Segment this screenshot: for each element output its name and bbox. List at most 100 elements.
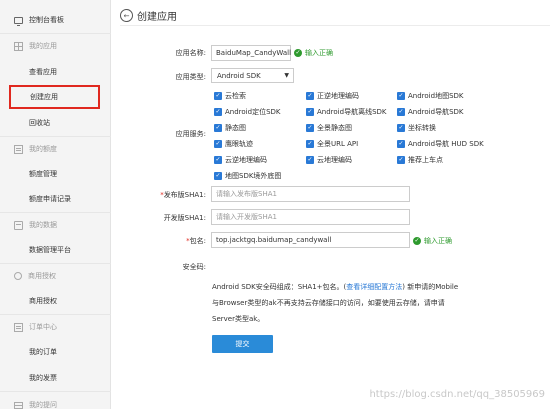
main-content: ← 创建应用 应用名称: BaiduMap_CandyWall ✓ 输入正确 应… <box>111 0 554 409</box>
checkbox-checked-icon: ✓ <box>214 172 222 180</box>
sidebar-item-my-orders[interactable]: 我的订单 <box>0 340 111 364</box>
checkbox-checked-icon: ✓ <box>397 124 405 132</box>
watermark: https://blog.csdn.net/qq_38505969 <box>369 389 545 400</box>
service-label: Android定位SDK <box>225 108 281 116</box>
sidebar-item-label: 额度管理 <box>29 170 57 178</box>
sidebar-group-label: 我的额度 <box>29 145 57 153</box>
service-label: 全景静态图 <box>317 124 352 132</box>
service-checkbox[interactable]: ✓ 正逆地理编码 <box>306 91 359 101</box>
label-text: 发布版SHA1: <box>163 191 206 199</box>
sidebar-divider <box>0 391 111 392</box>
package-input[interactable]: top.jacktgq.baidumap_candywall <box>211 232 410 248</box>
data-icon <box>14 220 23 230</box>
app-name-label: 应用名称: <box>175 49 206 57</box>
sidebar-item-label: 查看应用 <box>29 68 57 76</box>
dev-sha1-input[interactable]: 请输入开发版SHA1 <box>211 209 410 225</box>
app-name-input[interactable]: BaiduMap_CandyWall <box>211 45 291 61</box>
sidebar-group-commercial: 商用授权 <box>0 264 111 288</box>
service-checkbox[interactable]: ✓ Android定位SDK <box>214 107 281 117</box>
service-checkbox[interactable]: ✓ 云逆地理编码 <box>214 155 267 165</box>
service-label: Android地图SDK <box>408 92 464 100</box>
sidebar-group-quota: 我的额度 <box>0 137 111 161</box>
sidebar-item-dashboard[interactable]: 控制台看板 <box>0 8 111 32</box>
release-sha1-input[interactable]: 请输入发布版SHA1 <box>211 186 410 202</box>
service-checkbox[interactable]: ✓ Android导航 HUD SDK <box>397 139 484 149</box>
sidebar-group-label: 商用授权 <box>28 272 56 280</box>
sidebar-item-label: 我的发票 <box>29 374 57 382</box>
quota-list-icon <box>14 144 23 154</box>
security-desc-line-3: Server类型ak。 <box>212 315 265 323</box>
services-label: 应用服务: <box>175 130 206 138</box>
service-label: Android导航离线SDK <box>317 108 387 116</box>
service-label: 鹰眼轨迹 <box>225 140 253 148</box>
sidebar-group-apps: 我的应用 <box>0 34 111 58</box>
service-label: 全景URL API <box>317 140 359 148</box>
page-title: 创建应用 <box>137 12 177 23</box>
back-arrow-icon[interactable]: ← <box>120 9 133 22</box>
checkbox-checked-icon: ✓ <box>306 140 314 148</box>
sidebar-group-label: 订单中心 <box>29 323 57 331</box>
check-icon: ✓ <box>294 49 302 57</box>
sidebar-item-label: 控制台看板 <box>29 16 64 24</box>
checkbox-checked-icon: ✓ <box>214 108 222 116</box>
package-valid: ✓ 输入正确 <box>413 236 452 246</box>
security-desc-line-2: 与Browser类型的ak不再支持云存储接口的访问，如要使用云存储，请申请 <box>212 299 445 307</box>
sidebar-item-recycle[interactable]: 回收站 <box>0 111 111 135</box>
sidebar-item-my-invoices[interactable]: 我的发票 <box>0 366 111 390</box>
app-type-select[interactable]: Android SDK ▼ <box>211 68 294 83</box>
checkbox-checked-icon: ✓ <box>397 108 405 116</box>
service-checkbox[interactable]: ✓ Android导航离线SDK <box>306 107 387 117</box>
app-type-label: 应用类型: <box>175 73 206 81</box>
checkbox-checked-icon: ✓ <box>306 92 314 100</box>
checkbox-checked-icon: ✓ <box>306 124 314 132</box>
apps-grid-icon <box>14 41 23 51</box>
service-checkbox[interactable]: ✓ 云检索 <box>214 91 246 101</box>
service-checkbox[interactable]: ✓ 静态图 <box>214 123 246 133</box>
orders-icon <box>14 322 23 332</box>
monitor-icon <box>14 16 23 26</box>
label-text: 包名: <box>189 237 206 245</box>
sidebar-item-data-platform[interactable]: 数据管理平台 <box>0 238 111 262</box>
sidebar-item-commercial-auth[interactable]: 商用授权 <box>0 289 111 313</box>
page-header: ← 创建应用 <box>120 8 177 23</box>
service-label: Android导航 HUD SDK <box>408 140 484 148</box>
sidebar-item-quota-apply[interactable]: 额度申请记录 <box>0 187 111 211</box>
service-label: 云检索 <box>225 92 246 100</box>
service-checkbox[interactable]: ✓ 全景URL API <box>306 139 358 149</box>
service-checkbox[interactable]: ✓ 鹰眼轨迹 <box>214 139 253 149</box>
sidebar-item-quota-mgmt[interactable]: 额度管理 <box>0 162 111 186</box>
security-code-label: 安全码: <box>182 263 206 271</box>
service-checkbox[interactable]: ✓ 地图SDK境外底图 <box>214 171 281 181</box>
sidebar: 控制台看板 我的应用 查看应用 创建应用 回收站 我的额度 额度管理 额度申请记… <box>0 0 111 409</box>
service-checkbox[interactable]: ✓ Android导航SDK <box>397 107 464 117</box>
service-checkbox[interactable]: ✓ 全景静态图 <box>306 123 352 133</box>
sidebar-item-label: 回收站 <box>29 119 50 127</box>
checkbox-checked-icon: ✓ <box>306 108 314 116</box>
dev-sha1-label: 开发版SHA1: <box>163 214 206 222</box>
checkbox-checked-icon: ✓ <box>306 156 314 164</box>
valid-text: 输入正确 <box>424 237 452 245</box>
service-label: 坐标转换 <box>408 124 436 132</box>
service-checkbox[interactable]: ✓ 推荐上车点 <box>397 155 443 165</box>
service-label: 地图SDK境外底图 <box>225 172 282 180</box>
service-label: 云逆地理编码 <box>225 156 267 164</box>
sidebar-item-label: 我的订单 <box>29 348 57 356</box>
sidebar-item-label: 商用授权 <box>29 297 57 305</box>
service-checkbox[interactable]: ✓ Android地图SDK <box>397 91 464 101</box>
sidebar-item-create-app[interactable]: 创建应用 <box>9 85 100 109</box>
checkbox-checked-icon: ✓ <box>214 124 222 132</box>
security-desc-line-1: Android SDK安全码组成：SHA1+包名。(查看详细配置方法) 新申请的… <box>212 282 458 292</box>
sidebar-item-label: 数据管理平台 <box>29 246 71 254</box>
sidebar-group-label: 我的提问 <box>29 401 57 409</box>
app-name-valid: ✓ 输入正确 <box>294 48 333 58</box>
service-checkbox[interactable]: ✓ 云地理编码 <box>306 155 352 165</box>
release-sha1-label: *发布版SHA1: <box>111 190 206 200</box>
page: 控制台看板 我的应用 查看应用 创建应用 回收站 我的额度 额度管理 额度申请记… <box>0 0 554 409</box>
config-help-link[interactable]: 查看详细配置方法 <box>346 283 402 291</box>
sidebar-group-data: 我的数据 <box>0 213 111 237</box>
submit-button[interactable]: 提交 <box>212 335 273 353</box>
service-label: 云地理编码 <box>317 156 352 164</box>
sidebar-item-view-apps[interactable]: 查看应用 <box>0 60 111 84</box>
service-checkbox[interactable]: ✓ 坐标转换 <box>397 123 436 133</box>
checkbox-checked-icon: ✓ <box>214 156 222 164</box>
